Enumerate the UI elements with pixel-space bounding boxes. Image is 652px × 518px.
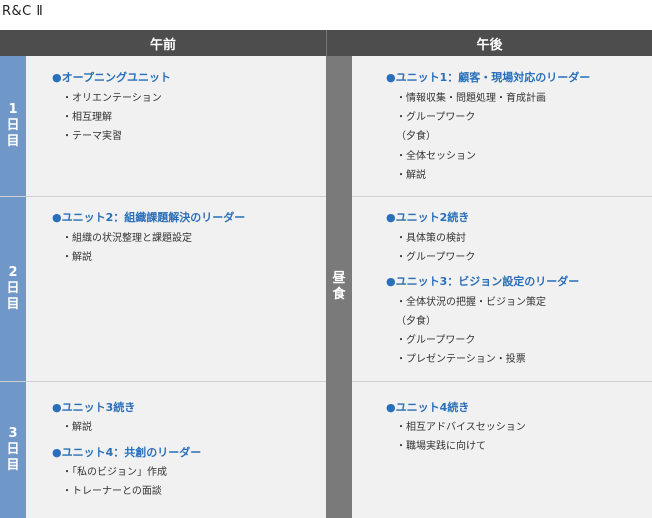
list-item: ・グループワーク <box>396 112 476 123</box>
list-item: ・「私のビジョン」作成 <box>62 467 167 478</box>
list-item: ・解説 <box>62 252 92 263</box>
lunch-column: 昼食 <box>326 56 352 518</box>
list-item: ・情報収集・問題処理・育成計画 <box>396 93 546 104</box>
list-item: ・オリエンテーション <box>62 93 162 104</box>
page-title: R&C Ⅱ <box>2 4 44 19</box>
list-item: ・グループワーク <box>396 335 476 346</box>
unit-title: ●ユニット3続き <box>52 401 136 414</box>
list-item: （夕食） <box>396 316 436 327</box>
list-item: ・相互理解 <box>62 112 112 123</box>
list-item: ・解説 <box>396 170 426 181</box>
day-2-label: 2日目 <box>0 197 26 381</box>
unit-title: ●ユニット2続き <box>386 211 470 224</box>
list-item: ・グループワーク <box>396 252 476 263</box>
unit-title: ●ユニット4続き <box>386 401 470 414</box>
list-item: ・相互アドバイスセッション <box>396 422 526 433</box>
header-morning: 午前 <box>0 30 326 56</box>
list-item: ・全体セッション <box>396 151 476 162</box>
day-3-label: 3日目 <box>0 382 26 518</box>
day-1-label: 1日目 <box>0 56 26 196</box>
unit-title: ●ユニット3：ビジョン設定のリーダー <box>386 275 580 288</box>
list-item: ・全体状況の把握・ビジョン策定 <box>396 297 546 308</box>
unit-title: ●オープニングユニット <box>52 71 171 84</box>
unit-title: ●ユニット2：組織課題解決のリーダー <box>52 211 246 224</box>
list-item: ・具体策の検討 <box>396 233 466 244</box>
list-item: （夕食） <box>396 131 436 142</box>
header-afternoon: 午後 <box>326 30 652 56</box>
unit-title: ●ユニット4：共創のリーダー <box>52 446 202 459</box>
schedule-table: 午前 午後 1日目 2日目 3日目 昼食 ●オープニングユニット ・オリエンテー… <box>0 30 652 518</box>
list-item: ・職場実践に向けて <box>396 441 486 452</box>
list-item: ・プレゼンテーション・投票 <box>396 354 526 365</box>
list-item: ・テーマ実習 <box>62 131 122 142</box>
list-item: ・解説 <box>62 422 92 433</box>
list-item: ・トレーナーとの面談 <box>62 486 162 497</box>
list-item: ・組織の状況整理と課題設定 <box>62 233 192 244</box>
unit-title: ●ユニット1：顧客・現場対応のリーダー <box>386 71 591 84</box>
